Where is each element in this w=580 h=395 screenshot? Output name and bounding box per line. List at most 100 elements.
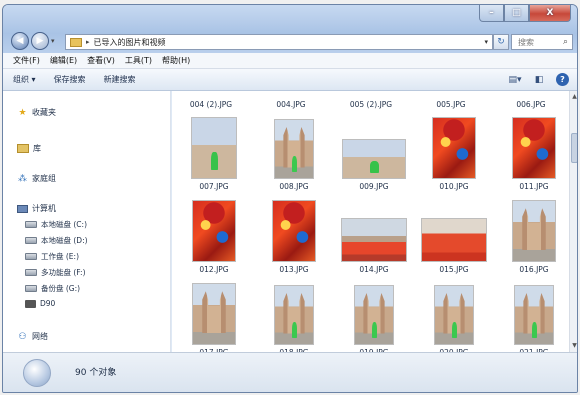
recent-pages-dropdown[interactable]: ▾ — [51, 37, 55, 45]
file-list-view[interactable]: 004 (2).JPG 004.JPG 005 (2).JPG 005.JPG … — [172, 91, 569, 352]
search-placeholder: 搜索 — [518, 37, 534, 47]
scroll-down-icon[interactable]: ▼ — [571, 342, 577, 350]
file-name-label: 016.JPG — [519, 265, 549, 274]
file-thumbnail[interactable]: 012.JPG — [176, 196, 252, 282]
nav-drive-d90[interactable]: D90 — [25, 299, 55, 308]
save-search-button[interactable]: 保存搜索 — [54, 74, 86, 85]
file-name-label: 008.JPG — [279, 182, 309, 191]
file-thumbnail[interactable]: 011.JPG — [496, 113, 569, 199]
hard-drive-icon — [25, 285, 37, 292]
nav-libraries[interactable]: 库 — [17, 143, 41, 154]
file-thumbnail[interactable]: 019.JPG — [336, 279, 412, 352]
thumbnail-frame — [336, 113, 412, 179]
address-path[interactable]: 已导入的图片和视频 — [94, 37, 166, 48]
organize-button[interactable]: 组织 ▾ — [13, 74, 36, 85]
address-dropdown-icon[interactable]: ▾ — [484, 38, 488, 46]
nav-drive-e[interactable]: 工作盘 (E:) — [25, 251, 79, 262]
file-label[interactable]: 004 (2).JPG — [176, 100, 246, 109]
minimize-button[interactable]: – — [479, 5, 504, 22]
photo-preview — [192, 200, 236, 262]
nav-network[interactable]: ⚇ 网络 — [17, 331, 48, 342]
nav-buttons: ◀ ▶ ▾ — [11, 32, 55, 50]
maximize-button[interactable]: □ — [504, 5, 529, 22]
file-thumbnail[interactable]: 010.JPG — [416, 113, 492, 199]
file-thumbnail[interactable]: 017.JPG — [176, 279, 252, 352]
breadcrumb-separator-icon[interactable]: ▸ — [86, 38, 90, 46]
new-search-button[interactable]: 新建搜索 — [104, 74, 136, 85]
nav-favorites[interactable]: ★ 收藏夹 — [17, 107, 56, 118]
items-icon — [23, 359, 51, 387]
file-thumbnail[interactable]: 008.JPG — [256, 113, 332, 199]
file-thumbnail[interactable]: 014.JPG — [336, 196, 412, 282]
menu-view[interactable]: 查看(V) — [87, 55, 115, 66]
file-thumbnail[interactable]: 021.JPG — [496, 279, 569, 352]
file-thumbnail[interactable]: 015.JPG — [416, 196, 492, 282]
refresh-button[interactable]: ↻ — [493, 34, 509, 50]
nav-drive-label: D90 — [40, 299, 56, 308]
photo-preview — [341, 218, 407, 262]
photo-preview — [354, 285, 394, 345]
file-thumbnail[interactable]: 020.JPG — [416, 279, 492, 352]
file-name-label: 011.JPG — [519, 182, 549, 191]
details-pane: 90 个对象 — [3, 352, 577, 392]
scroll-thumb[interactable] — [571, 133, 577, 163]
photo-preview — [272, 200, 316, 262]
thumbnail-frame — [176, 113, 252, 179]
preview-pane-icon[interactable]: ◧ — [532, 73, 546, 86]
thumbnail-frame — [496, 279, 569, 345]
scroll-up-icon[interactable]: ▲ — [571, 93, 577, 101]
file-thumbnail[interactable]: 009.JPG — [336, 113, 412, 199]
close-button[interactable]: X — [529, 5, 571, 22]
search-icon[interactable]: ⌕ — [563, 37, 568, 47]
address-bar[interactable]: ▸ 已导入的图片和视频 ▾ — [65, 34, 493, 50]
forward-button[interactable]: ▶ — [31, 32, 49, 50]
hard-drive-icon — [25, 237, 37, 244]
menu-file[interactable]: 文件(F) — [13, 55, 40, 66]
menu-edit[interactable]: 编辑(E) — [50, 55, 77, 66]
back-button[interactable]: ◀ — [11, 32, 29, 50]
thumbnail-frame — [416, 196, 492, 262]
network-icon: ⚇ — [18, 331, 27, 342]
folder-icon — [70, 37, 82, 47]
file-thumbnail[interactable]: 013.JPG — [256, 196, 332, 282]
nav-drive-g[interactable]: 备份盘 (G:) — [25, 283, 80, 294]
window-controls: – □ X — [479, 5, 571, 22]
computer-icon — [17, 204, 28, 213]
change-view-icon[interactable]: ▤▾ — [508, 73, 522, 86]
photo-preview — [274, 119, 314, 179]
thumbnail-frame — [256, 113, 332, 179]
file-label[interactable]: 005 (2).JPG — [336, 100, 406, 109]
nav-drive-label: 工作盘 (E:) — [41, 252, 80, 261]
nav-drive-c[interactable]: 本地磁盘 (C:) — [25, 219, 87, 230]
view-controls: ▤▾ ◧ ? — [508, 73, 569, 86]
navigation-pane: ★ 收藏夹 库 ⁂ 家庭组 计算机 本地磁盘 (C:) 本地磁盘 (D:) 工作… — [3, 91, 171, 352]
nav-drive-f[interactable]: 多功能盘 (F:) — [25, 267, 86, 278]
menu-tools[interactable]: 工具(T) — [125, 55, 152, 66]
nav-drive-d[interactable]: 本地磁盘 (D:) — [25, 235, 88, 246]
nav-network-label: 网络 — [32, 332, 48, 341]
hard-drive-icon — [25, 269, 37, 276]
file-thumbnail[interactable]: 016.JPG — [496, 196, 569, 282]
file-thumbnail[interactable]: 007.JPG — [176, 113, 252, 199]
nav-drive-label: 多功能盘 (F:) — [41, 268, 86, 277]
thumbnail-frame — [416, 113, 492, 179]
help-icon[interactable]: ? — [556, 73, 569, 86]
file-thumbnail[interactable]: 018.JPG — [256, 279, 332, 352]
minimize-icon: – — [489, 8, 494, 18]
thumbnail-frame — [176, 196, 252, 262]
search-input[interactable]: 搜索 ⌕ — [511, 34, 573, 50]
nav-homegroup[interactable]: ⁂ 家庭组 — [17, 173, 56, 184]
nav-computer[interactable]: 计算机 — [17, 203, 56, 214]
refresh-icon: ↻ — [497, 37, 505, 47]
nav-favorites-label: 收藏夹 — [32, 108, 56, 117]
menu-help[interactable]: 帮助(H) — [162, 55, 190, 66]
file-label[interactable]: 005.JPG — [416, 100, 486, 109]
file-label[interactable]: 004.JPG — [256, 100, 326, 109]
file-label[interactable]: 006.JPG — [496, 100, 566, 109]
photo-preview — [342, 139, 406, 179]
vertical-scrollbar[interactable]: ▲ ▼ — [569, 91, 577, 352]
photo-preview — [192, 283, 236, 345]
photo-preview — [512, 200, 556, 262]
menu-bar: 文件(F) 编辑(E) 查看(V) 工具(T) 帮助(H) — [3, 53, 577, 69]
file-name-label: 010.JPG — [439, 182, 469, 191]
